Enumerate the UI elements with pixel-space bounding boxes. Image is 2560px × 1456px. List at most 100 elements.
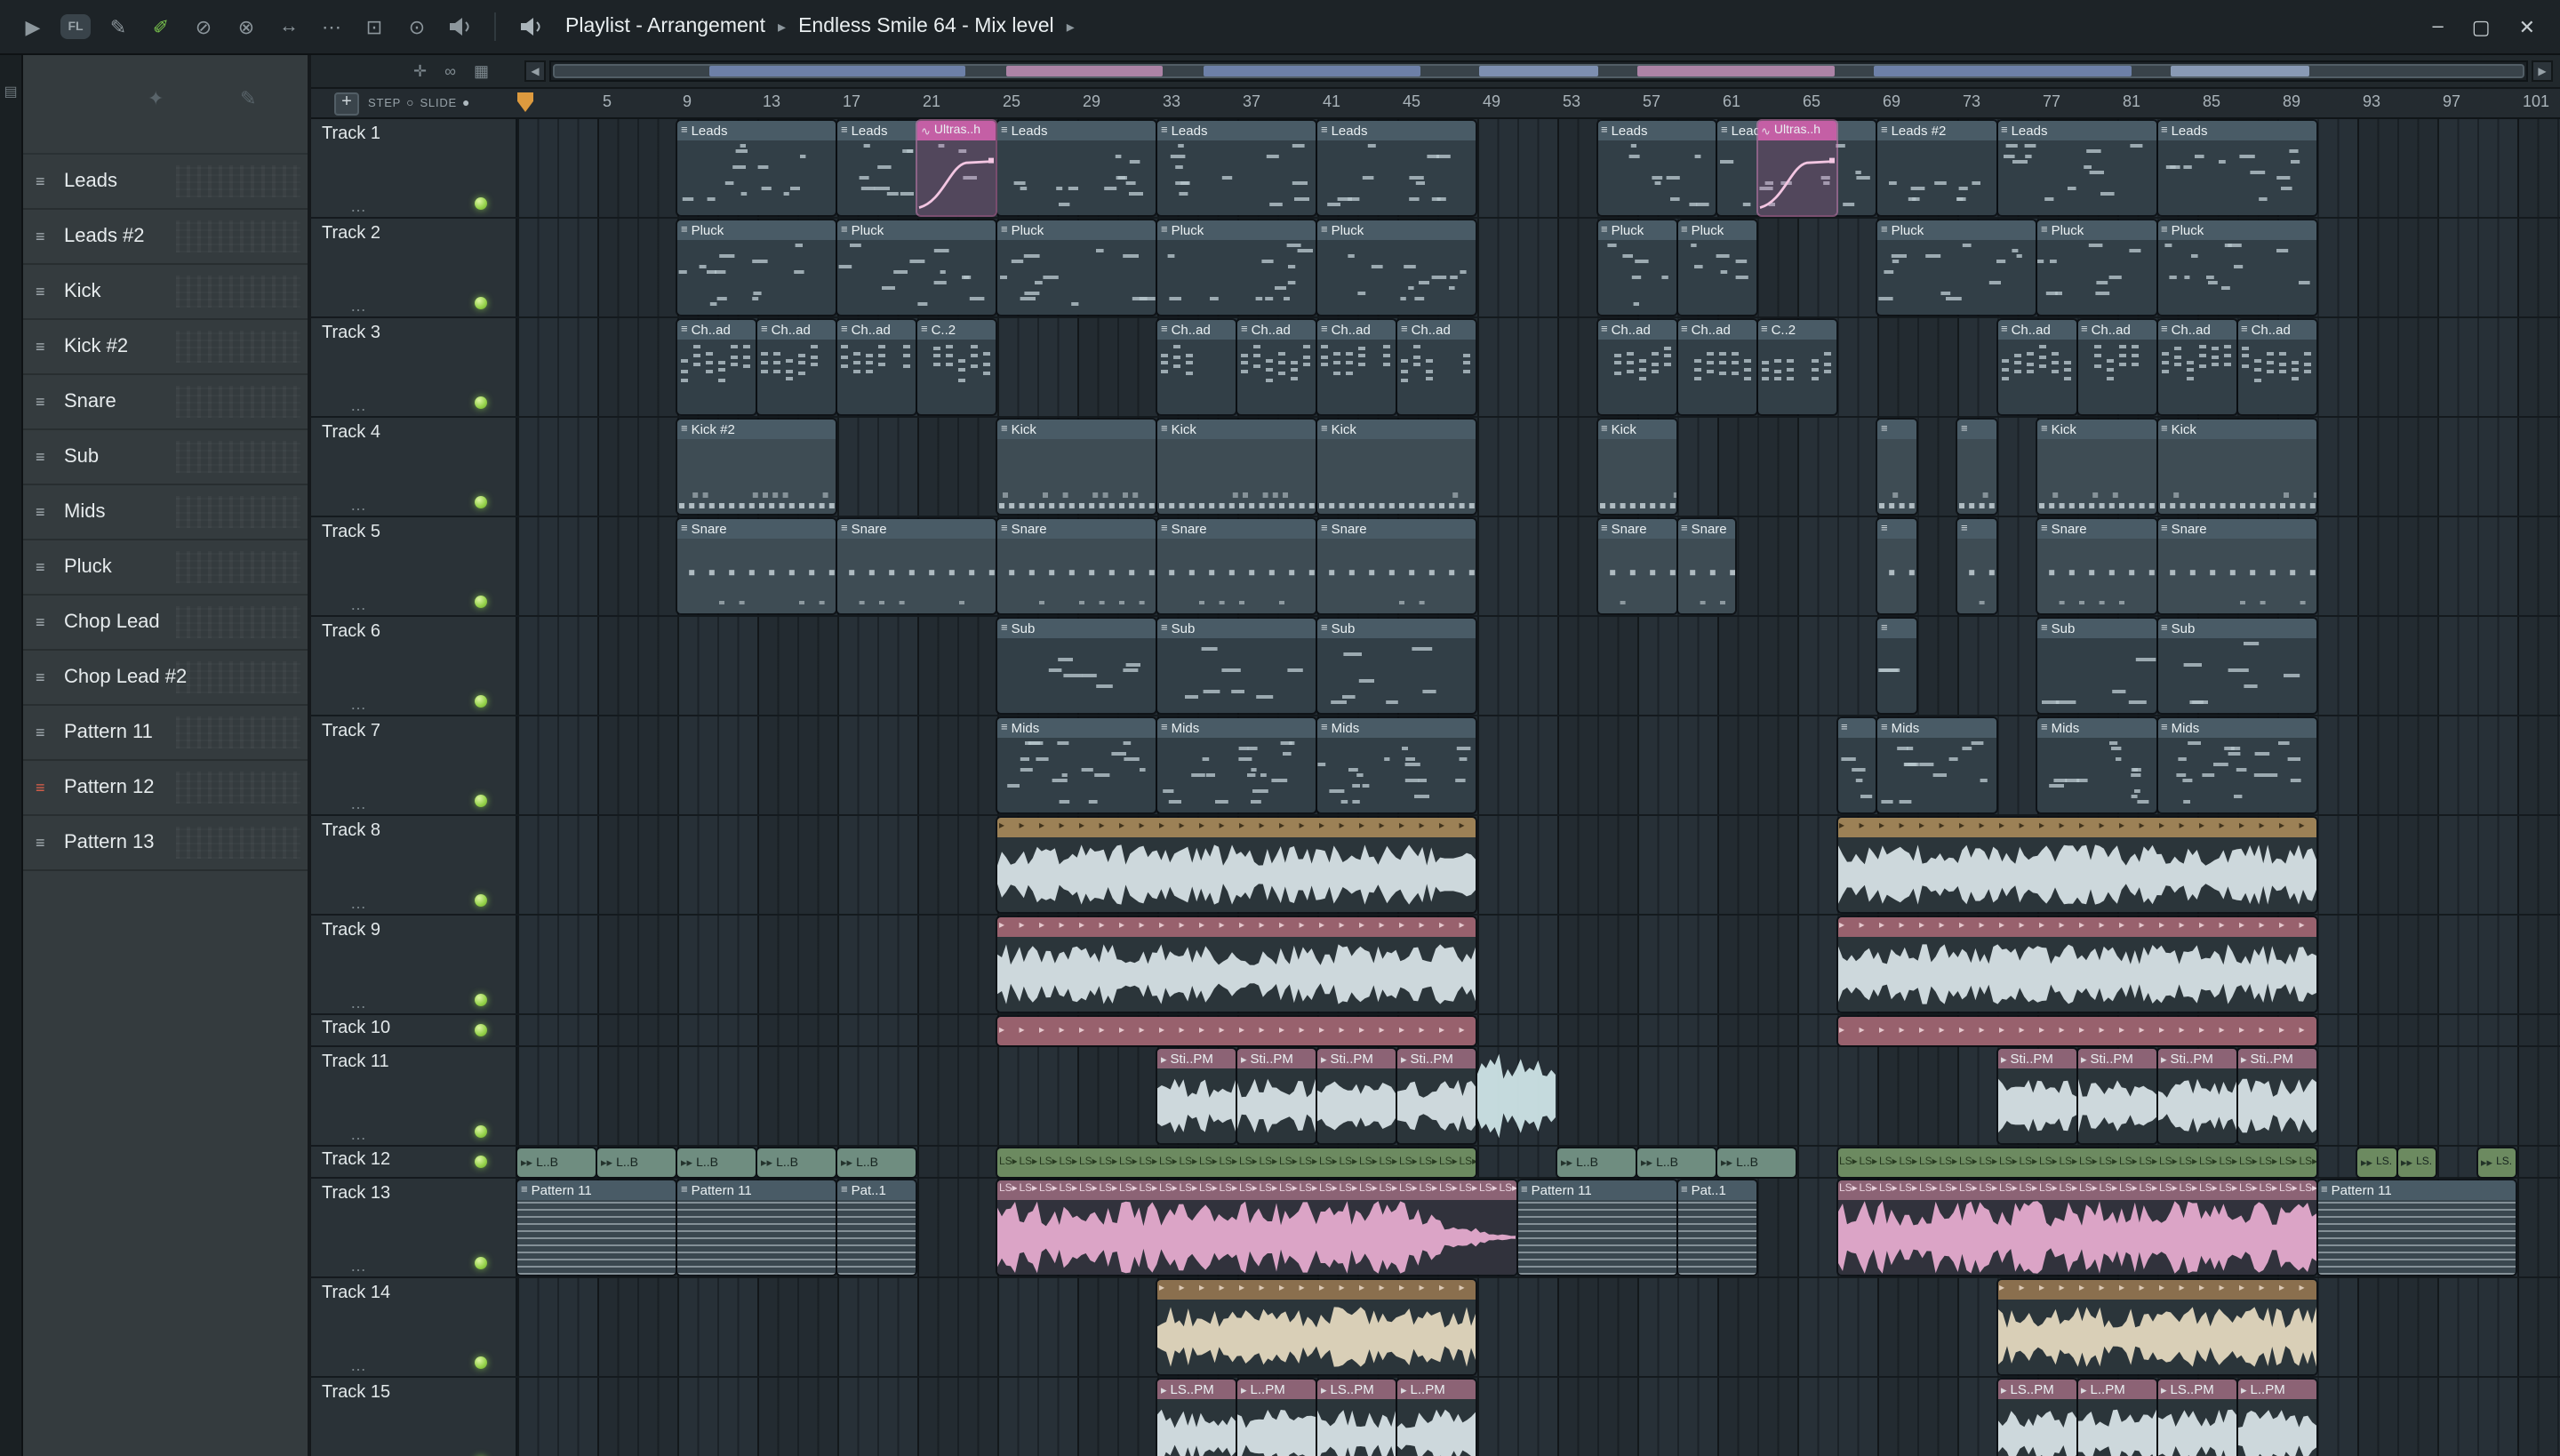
mute-led[interactable] xyxy=(475,695,487,708)
playlist-clip[interactable]: ≡ Sub xyxy=(1317,619,1476,713)
playlist-clip[interactable]: ≡ Kick xyxy=(2037,420,2156,514)
playlist-clip[interactable]: ≡ Kick #2 xyxy=(677,420,836,514)
playlist-clip[interactable]: ≡ Ch..ad xyxy=(1237,320,1316,414)
playlist-clip[interactable]: ≡ Sub xyxy=(2157,619,2316,713)
playlist-clip[interactable]: ▸ L..PM xyxy=(2077,1380,2156,1456)
playlist-clip[interactable]: ≡ Leads xyxy=(997,121,1156,215)
track-lane[interactable]: ▸ ▸ ▸ ▸ ▸ ▸ ▸ ▸ ▸ ▸ ▸ ▸ ▸ ▸ ▸ ▸ ▸ ▸ ▸ ▸ ▸ ▸ ▸ ▸ ▸ ▸ ▸ ▸ ▸ ▸ ▸ ▸ xyxy=(517,1278,2560,1376)
playlist-clip[interactable]: ▸ ▸ ▸ ▸ ▸ ▸ ▸ ▸ ▸ ▸ ▸ ▸ ▸ ▸ ▸ ▸ xyxy=(1157,1280,1476,1374)
track-lane[interactable]: ≡ Leads ≡ Leads ≡ Leads ≡ Leads ≡ Leads ≡ Leads ≡ Lea… xyxy=(517,119,2560,217)
playlist-clip[interactable]: ▸ L..PM xyxy=(1397,1380,1476,1456)
playlist-clip[interactable]: ▸ ▸ ▸ ▸ ▸ ▸ ▸ ▸ ▸ ▸ ▸ ▸ ▸ ▸ ▸ ▸ xyxy=(1997,1280,2316,1374)
playlist-clip[interactable]: ≡ Pat..1 xyxy=(837,1180,916,1275)
playlist-clip[interactable]: ≡ xyxy=(1837,718,1876,812)
track-head[interactable]: Track 2… xyxy=(311,219,517,316)
track-lane[interactable]: ≡ Sub ≡ Sub ≡ Sub ≡ ≡ Sub ≡ Sub xyxy=(517,617,2560,715)
mute-led[interactable] xyxy=(475,795,487,807)
playlist-clip[interactable]: ≡ Pluck xyxy=(997,220,1156,315)
playlist-clip[interactable]: ▸ ▸ ▸ ▸ ▸ ▸ ▸ ▸ ▸ ▸ ▸ ▸ ▸ ▸ ▸ ▸ ▸ ▸ ▸ ▸ ▸ ▸ ▸ ▸ xyxy=(997,1017,1476,1045)
track-head[interactable]: Track 15… xyxy=(311,1378,517,1456)
playlist-clip[interactable]: ≡ Pattern 11 xyxy=(677,1180,836,1275)
sidebar-item-kick-2[interactable]: ≡ Kick #2 xyxy=(23,320,308,375)
playlist-clip[interactable]: ≡ xyxy=(1957,519,1996,613)
mute-tool-icon[interactable]: ⊗ xyxy=(231,12,261,42)
playlist-clip[interactable]: ▸ ▸ ▸ ▸ ▸ ▸ ▸ ▸ ▸ ▸ ▸ ▸ ▸ ▸ ▸ ▸ ▸ ▸ ▸ ▸ ▸ ▸ ▸ ▸ xyxy=(1837,818,2316,912)
paint-tool-icon[interactable]: ✐ xyxy=(146,12,176,42)
track-head[interactable]: Track 5… xyxy=(311,517,517,615)
playlist-clip[interactable]: ≡ Ch..ad xyxy=(2077,320,2156,414)
track-head[interactable]: Track 12 xyxy=(311,1147,517,1177)
mute-led[interactable] xyxy=(475,1257,487,1269)
playlist-clip[interactable]: ≡ xyxy=(1957,420,1996,514)
track-head[interactable]: Track 14… xyxy=(311,1278,517,1376)
playlist-clip[interactable]: ≡ Mids xyxy=(2037,718,2156,812)
maximize-button[interactable]: ▢ xyxy=(2472,15,2491,38)
playlist-clip[interactable]: LS▸ LS▸ LS▸ LS▸ LS▸ LS▸ LS▸ LS▸ LS▸ LS▸ LS▸ LS▸ LS▸ L… xyxy=(997,1180,1516,1275)
playlist-clip[interactable]: ≡ Sub xyxy=(1157,619,1316,713)
playlist-clip[interactable]: ≡ Kick xyxy=(997,420,1156,514)
playlist-speaker-icon[interactable] xyxy=(516,12,546,42)
sidebar-item-pattern-11[interactable]: ≡ Pattern 11 xyxy=(23,706,308,761)
playlist-clip[interactable]: ≡ Ch..ad xyxy=(2237,320,2316,414)
playlist-clip[interactable]: ≡ C..2 xyxy=(917,320,996,414)
mute-led[interactable] xyxy=(475,297,487,309)
breadcrumb-playlist[interactable]: Playlist - Arrangement xyxy=(565,16,765,37)
playlist-clip[interactable]: ▸ Sti..PM xyxy=(1317,1049,1396,1143)
playlist-clip[interactable]: ≡ Ch..ad xyxy=(1597,320,1676,414)
track-lane[interactable]: ≡ Kick #2 ≡ Kick ≡ Kick ≡ Kick ≡ Kick ≡ ≡ ≡ Kick ≡ Kick xyxy=(517,418,2560,516)
playlist-clip[interactable]: ▸ Sti..PM xyxy=(1157,1049,1236,1143)
sparkle-icon[interactable]: ✦ xyxy=(148,87,164,110)
playlist-clip[interactable]: ▸▸ L..B xyxy=(517,1148,596,1177)
slide-toggle[interactable]: ● xyxy=(462,97,470,109)
breadcrumb-arrangement-name[interactable]: Endless Smile 64 - Mix level xyxy=(798,16,1054,37)
add-button[interactable]: + xyxy=(334,92,359,115)
mute-led[interactable] xyxy=(475,1356,487,1369)
playlist-clip[interactable]: ≡ Ch..ad xyxy=(757,320,836,414)
track-head[interactable]: Track 10 xyxy=(311,1015,517,1045)
playlist-minimap[interactable]: ◀ ▶ xyxy=(524,60,2553,82)
sidebar-item-leads-2[interactable]: ≡ Leads #2 xyxy=(23,210,308,265)
playlist-clip[interactable]: ≡ Leads xyxy=(1997,121,2156,215)
playlist-clip[interactable]: ≡ Ch..ad xyxy=(1157,320,1236,414)
playlist-clip[interactable]: ≡ Snare xyxy=(677,519,836,613)
playlist-clip[interactable]: ≡ Pattern 11 xyxy=(2317,1180,2516,1275)
playlist-clip[interactable]: ≡ Pluck xyxy=(1317,220,1476,315)
playlist-clip[interactable]: ≡ Snare xyxy=(997,519,1156,613)
playlist-clip[interactable]: ▸ ▸ ▸ ▸ ▸ ▸ ▸ ▸ ▸ ▸ ▸ ▸ ▸ ▸ ▸ ▸ ▸ ▸ ▸ ▸ ▸ ▸ ▸ ▸ xyxy=(997,818,1476,912)
playlist-clip[interactable]: ≡ Kick xyxy=(1157,420,1316,514)
sidebar-item-chop-lead[interactable]: ≡ Chop Lead xyxy=(23,596,308,651)
preview-speaker-icon[interactable] xyxy=(444,12,475,42)
playlist-clip[interactable]: ∿ Ultras..h xyxy=(917,121,996,215)
playlist-clip[interactable]: ▸ Sti..PM xyxy=(2237,1049,2316,1143)
playlist-clip[interactable]: ≡ xyxy=(1877,420,1916,514)
playlist-clip[interactable]: ≡ Ch..ad xyxy=(837,320,916,414)
playlist-clip[interactable]: ▸▸ LS. xyxy=(2357,1148,2396,1177)
playlist-clip[interactable]: ≡ Kick xyxy=(2157,420,2316,514)
playlist-clip[interactable]: ≡ Snare xyxy=(2157,519,2316,613)
playlist-clip[interactable]: ≡ Pluck xyxy=(2157,220,2316,315)
playlist-clip[interactable]: ≡ Snare xyxy=(1317,519,1476,613)
playlist-clip[interactable]: ▸▸ L..B xyxy=(1717,1148,1796,1177)
fl-studio-logo-icon[interactable]: FL xyxy=(60,14,91,39)
playlist-clip[interactable]: ▸ ▸ ▸ ▸ ▸ ▸ ▸ ▸ ▸ ▸ ▸ ▸ ▸ ▸ ▸ ▸ ▸ ▸ ▸ ▸ ▸ ▸ ▸ ▸ xyxy=(1837,917,2316,1012)
track-lane[interactable]: ≡ Ch..ad ≡ Ch..ad ≡ Ch..ad ≡ C..2 ≡ Ch..ad ≡ Ch..ad… xyxy=(517,318,2560,416)
crosshair-icon[interactable]: ✛ xyxy=(413,61,427,81)
playlist-clip[interactable]: ≡ C..2 xyxy=(1757,320,1836,414)
playlist-clip[interactable]: LS▸ LS▸ LS▸ LS▸ LS▸ LS▸ LS▸ LS▸ LS▸ LS▸ LS▸ LS▸ LS▸ L… xyxy=(1837,1148,2316,1177)
sidebar-item-pattern-13[interactable]: ≡ Pattern 13 xyxy=(23,816,308,871)
mute-led[interactable] xyxy=(475,396,487,409)
playlist-clip[interactable]: ▸ LS..PM xyxy=(2157,1380,2236,1456)
playlist-clip[interactable]: ▸▸ LS. xyxy=(2397,1148,2436,1177)
track-head[interactable]: Track 13… xyxy=(311,1179,517,1276)
playlist-clip[interactable]: LS▸ LS▸ LS▸ LS▸ LS▸ LS▸ LS▸ LS▸ LS▸ LS▸ LS▸ LS▸ LS▸ L… xyxy=(997,1148,1476,1177)
timeline-ruler[interactable]: 5 9 13 17 21 25 29 33 37 41 45 49 53 57 61 65 69 73 77 81 85… xyxy=(517,89,2560,117)
track-lane[interactable]: ▸▸ L..B ▸▸ L..B ▸▸ L..B ▸▸ L..B ▸▸ L..B LS▸ LS▸ LS▸ L… xyxy=(517,1147,2560,1177)
playlist-clip[interactable]: ▸ Sti..PM xyxy=(1237,1049,1316,1143)
playlist-clip[interactable] xyxy=(1477,1049,1556,1143)
mute-led[interactable] xyxy=(475,1024,487,1036)
playlist-clip[interactable]: ≡ Snare xyxy=(1597,519,1676,613)
playlist-clip[interactable]: ≡ Pluck xyxy=(1877,220,2036,315)
playlist-clip[interactable]: ≡ Leads xyxy=(1597,121,1716,215)
slip-tool-icon[interactable]: ↔ xyxy=(274,12,304,42)
playlist-clip[interactable]: ≡ Ch..ad xyxy=(1677,320,1756,414)
